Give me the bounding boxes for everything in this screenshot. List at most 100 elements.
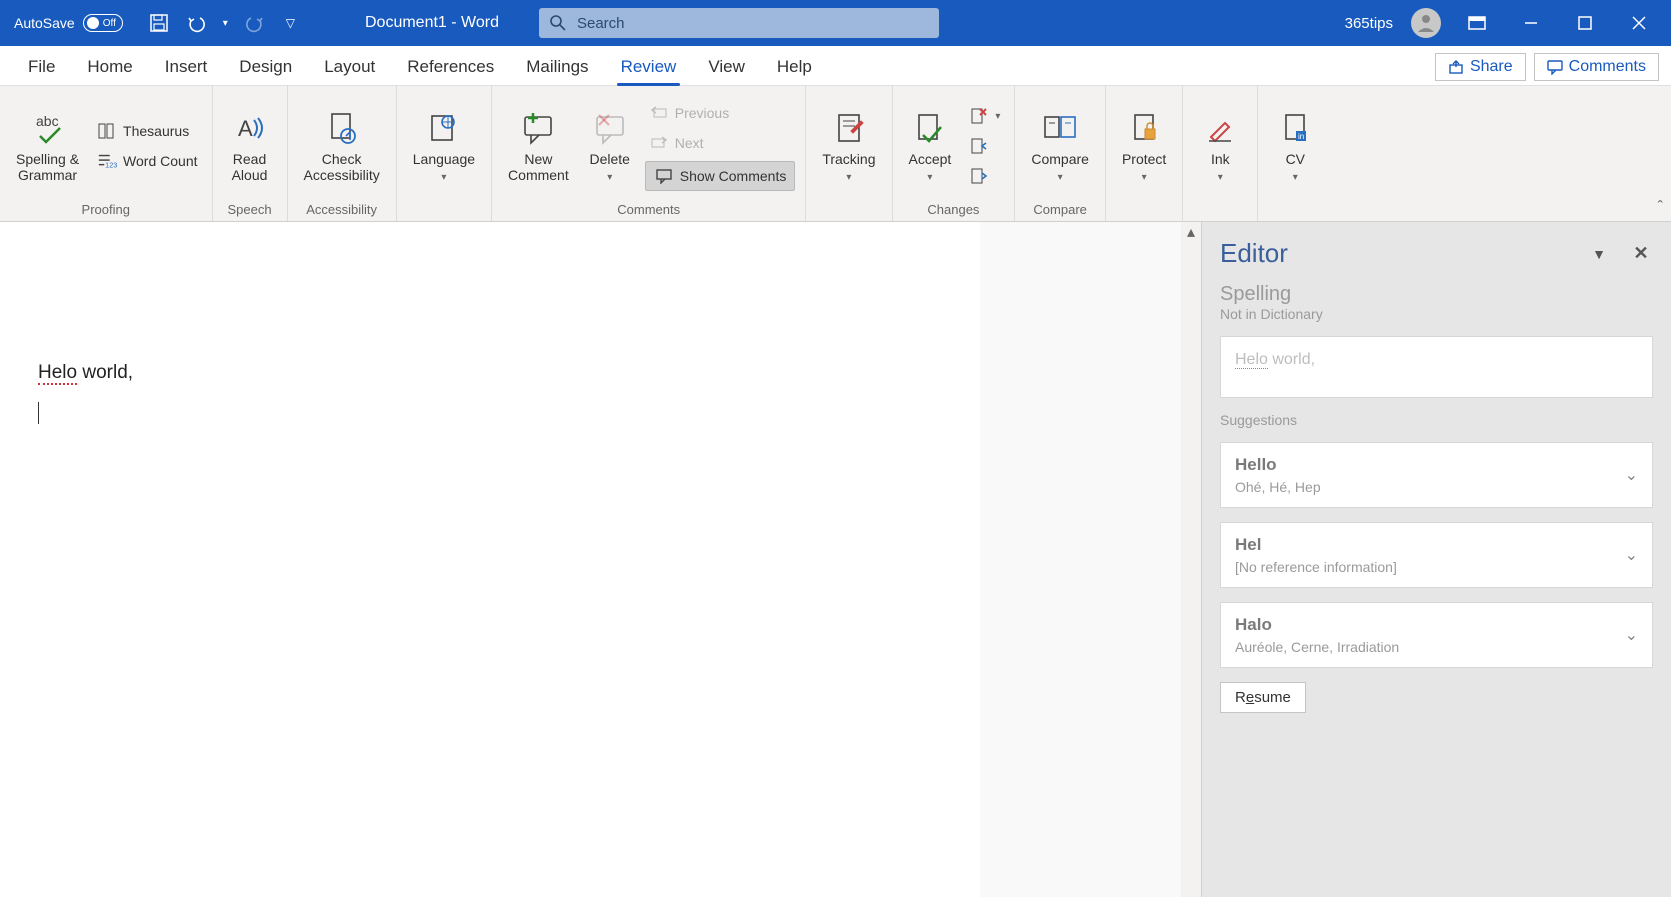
spelling-error-word[interactable]: Helo [38,362,77,385]
toggle-dot [87,17,99,29]
tab-review[interactable]: Review [605,49,693,85]
group-protect: Protect▾ [1106,86,1183,221]
tab-help[interactable]: Help [761,49,828,85]
comments-button[interactable]: Comments [1534,53,1659,81]
vertical-scrollbar[interactable]: ▴ [1181,222,1201,897]
group-comments-label: Comments [502,200,795,219]
chevron-down-icon[interactable]: ⌄ [1625,625,1638,645]
autosave-control[interactable]: AutoSave Off [0,14,137,32]
document-page[interactable]: Helo world, [0,222,980,897]
group-changes-label: Changes [903,200,1005,219]
search-input[interactable]: Search [539,8,939,38]
tab-mailings[interactable]: Mailings [510,49,604,85]
word-count-icon: 123 [97,151,117,171]
undo-dropdown-icon[interactable]: ▾ [223,18,228,29]
maximize-icon[interactable] [1567,5,1603,41]
cv-label: CV [1286,151,1305,167]
close-icon[interactable] [1621,5,1657,41]
group-compare: Compare▾ Compare [1015,86,1106,221]
quick-access-toolbar: ▾ ▽ [137,11,305,35]
svg-text:123: 123 [105,160,117,169]
tab-home[interactable]: Home [71,49,148,85]
qat-customize-icon[interactable]: ▽ [286,16,295,30]
share-button[interactable]: Share [1435,53,1526,81]
thesaurus-label: Thesaurus [123,123,189,139]
word-count-button[interactable]: 123 Word Count [93,149,201,173]
undo-icon[interactable] [185,11,209,35]
tab-file[interactable]: File [12,49,71,85]
previous-change-button[interactable] [965,134,1004,158]
search-placeholder: Search [577,15,625,32]
cv-icon: in [1276,109,1314,147]
read-aloud-button[interactable]: A Read Aloud [223,92,277,200]
suggestion-meta: [No reference information] [1235,559,1625,575]
accept-button[interactable]: Accept▾ [903,92,958,200]
chevron-down-icon: ▾ [1293,172,1298,183]
compare-icon [1041,109,1079,147]
titlebar: AutoSave Off ▾ ▽ Document1 - Word Search… [0,0,1671,46]
ribbon-tabs: File Home Insert Design Layout Reference… [0,46,1671,86]
tab-layout[interactable]: Layout [308,49,391,85]
next-comment-icon [649,133,669,153]
suggestion-item[interactable]: Halo Auréole, Cerne, Irradiation ⌄ [1220,602,1653,668]
chevron-down-icon: ▾ [441,172,446,183]
show-comments-button[interactable]: Show Comments [645,161,796,191]
tab-references[interactable]: References [391,49,510,85]
resume-button[interactable]: Resume [1220,682,1306,713]
delete-comment-button[interactable]: Delete▾ [583,92,637,200]
scroll-up-icon[interactable]: ▴ [1183,224,1199,240]
suggestion-item[interactable]: Hel [No reference information] ⌄ [1220,522,1653,588]
group-accessibility-label: Accessibility [298,200,386,219]
protect-button[interactable]: Protect▾ [1116,92,1172,200]
save-icon[interactable] [147,11,171,35]
collapse-ribbon-icon[interactable]: ˆ [1658,199,1663,217]
editor-pane-close-icon[interactable]: ✕ [1629,242,1653,266]
avatar[interactable] [1411,8,1441,38]
suggestion-item[interactable]: Hello Ohé, Hé, Hep ⌄ [1220,442,1653,508]
previous-change-icon [969,136,989,156]
spelling-grammar-button[interactable]: abc Spelling & Grammar [10,92,85,200]
chevron-down-icon: ▾ [927,172,932,183]
ink-button[interactable]: Ink▾ [1193,92,1247,200]
share-icon [1448,59,1464,75]
group-cv: in CV ▾ [1258,86,1332,221]
check-accessibility-button[interactable]: Check Accessibility [298,92,386,200]
editor-section-title: Spelling [1220,283,1653,306]
minimize-icon[interactable] [1513,5,1549,41]
chevron-down-icon: ▾ [1142,172,1147,183]
next-comment-button[interactable]: Next [645,131,796,155]
next-comment-label: Next [675,135,704,151]
autosave-toggle[interactable]: Off [83,14,123,32]
editor-pane-options-icon[interactable]: ▼ [1587,242,1611,266]
reject-button[interactable]: ▾ [965,104,1004,128]
chevron-down-icon[interactable]: ⌄ [1625,545,1638,565]
compare-button[interactable]: Compare▾ [1025,92,1095,200]
document-area[interactable]: Helo world, [0,222,1181,897]
tab-insert[interactable]: Insert [149,49,224,85]
user-label: 365tips [1345,15,1393,32]
cv-button[interactable]: in CV ▾ [1268,92,1322,200]
next-change-button[interactable] [965,164,1004,188]
tab-design[interactable]: Design [223,49,308,85]
tracking-button[interactable]: Tracking▾ [816,92,881,200]
thesaurus-button[interactable]: Thesaurus [93,119,201,143]
previous-comment-button[interactable]: Previous [645,101,796,125]
comment-icon [1547,59,1563,75]
word-count-label: Word Count [123,153,197,169]
new-comment-icon [519,109,557,147]
tab-view[interactable]: View [692,49,761,85]
redo-icon[interactable] [242,11,266,35]
svg-text:A: A [238,116,253,141]
new-comment-button[interactable]: New Comment [502,92,575,200]
search-icon [549,14,567,32]
suggestion-word: Halo [1235,615,1625,635]
group-language: Language▾ [397,86,492,221]
language-button[interactable]: Language▾ [407,92,481,200]
svg-text:in: in [1298,132,1304,141]
text-cursor [38,402,39,424]
ribbon-display-icon[interactable] [1459,5,1495,41]
chevron-down-icon[interactable]: ⌄ [1625,465,1638,485]
autosave-label: AutoSave [14,15,75,31]
group-proofing-label: Proofing [10,200,202,219]
show-comments-icon [654,166,674,186]
